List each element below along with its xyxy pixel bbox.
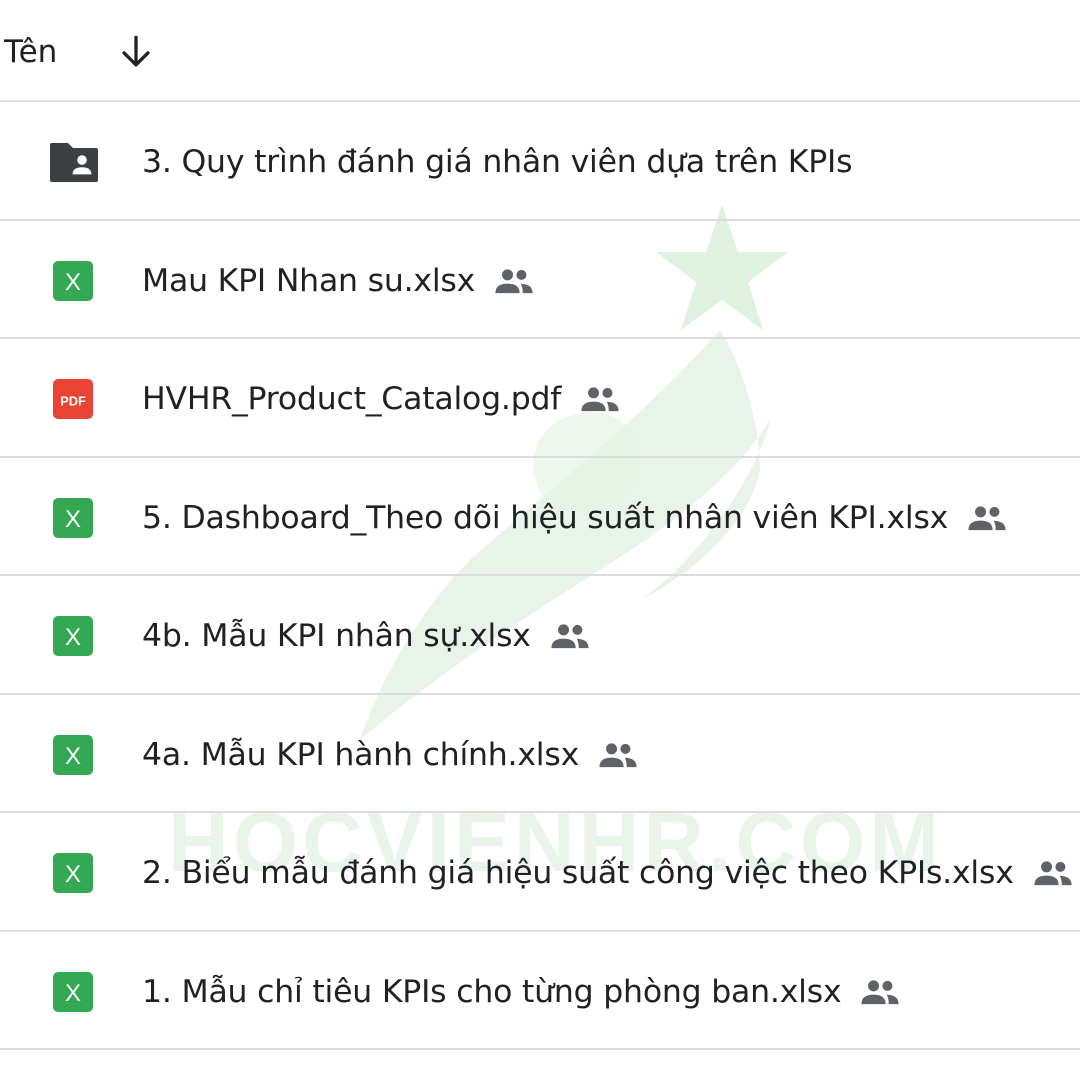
shared-people-icon: [495, 268, 533, 293]
name-column-header[interactable]: Tên: [4, 32, 57, 72]
excel-icon-label: X: [65, 742, 81, 769]
file-name[interactable]: Mau KPI Nhan su.xlsx: [142, 263, 475, 299]
excel-icon-label: X: [65, 979, 81, 1006]
shared-people-icon: [861, 979, 899, 1004]
excel-icon-label: X: [65, 268, 81, 295]
file-name-cell: 4a. Mẫu KPI hành chính.xlsx: [142, 733, 639, 777]
excel-icon: X: [53, 853, 93, 893]
shared-folder-icon: [50, 143, 98, 182]
file-list: 3. Quy trình đánh giá nhân viên dựa trên…: [0, 102, 1080, 1050]
excel-icon: X: [53, 971, 93, 1012]
file-name[interactable]: 3. Quy trình đánh giá nhân viên dựa trên…: [142, 144, 853, 180]
shared-people-icon: [551, 624, 589, 649]
pdf-icon: PDF: [53, 379, 93, 419]
shared-people-icon: [1034, 861, 1072, 886]
file-row[interactable]: X 1. Mẫu chỉ tiêu KPIs cho từng phòng ban…: [0, 932, 1080, 1050]
file-name[interactable]: 4b. Mẫu KPI nhân sự.xlsx: [142, 618, 531, 654]
file-name-cell: 4b. Mẫu KPI nhân sự.xlsx: [142, 614, 591, 658]
file-row[interactable]: X 2. Biểu mẫu đánh giá hiệu suất công việ…: [0, 813, 1080, 932]
file-name-cell: 2. Biểu mẫu đánh giá hiệu suất công việc…: [142, 851, 1074, 895]
file-name[interactable]: HVHR_Product_Catalog.pdf: [142, 381, 561, 417]
file-name-cell: HVHR_Product_Catalog.pdf: [142, 377, 621, 421]
file-name[interactable]: 1. Mẫu chỉ tiêu KPIs cho từng phòng ban.…: [142, 974, 842, 1010]
file-name-cell: Mau KPI Nhan su.xlsx: [142, 259, 535, 303]
excel-icon-label: X: [65, 505, 81, 532]
file-name-cell: 5. Dashboard_Theo dõi hiệu suất nhân viê…: [142, 496, 1008, 540]
file-name[interactable]: 2. Biểu mẫu đánh giá hiệu suất công việc…: [142, 855, 1014, 891]
file-name-cell: 3. Quy trình đánh giá nhân viên dựa trên…: [142, 140, 853, 184]
file-list-page: HOCVIENHR.COM Tên 3. Quy trình đánh giá …: [0, 0, 1080, 1080]
shared-people-icon: [968, 505, 1006, 530]
file-row[interactable]: 3. Quy trình đánh giá nhân viên dựa trên…: [0, 102, 1080, 221]
list-header: Tên: [0, 0, 1080, 102]
file-name-cell: 1. Mẫu chỉ tiêu KPIs cho từng phòng ban.…: [142, 970, 901, 1014]
shared-people-icon: [581, 387, 619, 412]
excel-icon: X: [53, 497, 93, 538]
file-name[interactable]: 4a. Mẫu KPI hành chính.xlsx: [142, 737, 579, 773]
excel-icon: X: [53, 734, 93, 775]
pdf-icon-label: PDF: [60, 393, 86, 408]
excel-icon: X: [53, 260, 93, 301]
file-row[interactable]: X 4b. Mẫu KPI nhân sự.xlsx: [0, 576, 1080, 695]
excel-icon-label: X: [65, 861, 81, 888]
file-name[interactable]: 5. Dashboard_Theo dõi hiệu suất nhân viê…: [142, 500, 948, 536]
file-row[interactable]: X 4a. Mẫu KPI hành chính.xlsx: [0, 695, 1080, 813]
file-row[interactable]: X Mau KPI Nhan su.xlsx: [0, 221, 1080, 339]
shared-people-icon: [599, 742, 637, 767]
arrow-down-icon[interactable]: [114, 30, 158, 74]
excel-icon-label: X: [65, 624, 81, 651]
file-row[interactable]: PDF HVHR_Product_Catalog.pdf: [0, 339, 1080, 458]
file-row[interactable]: X 5. Dashboard_Theo dõi hiệu suất nhân vi…: [0, 458, 1080, 576]
excel-icon: X: [53, 616, 93, 656]
